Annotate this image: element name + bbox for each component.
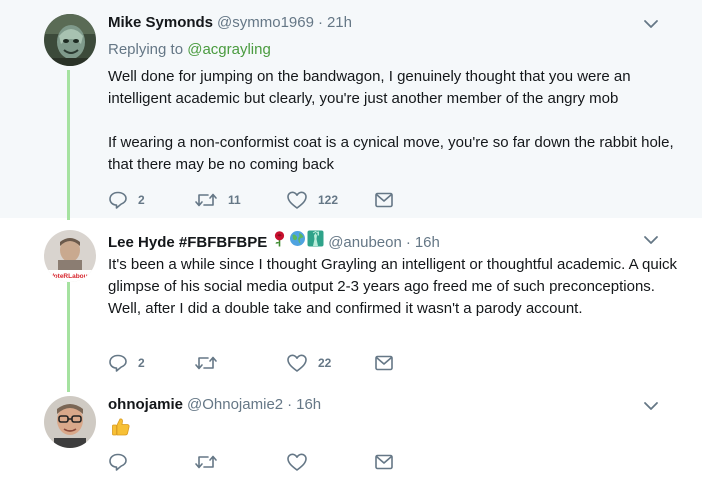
tweet-text: Well done for jumping on the bandwagon, … <box>108 66 678 176</box>
reply-button[interactable] <box>108 452 138 472</box>
mention-link[interactable]: @acgrayling <box>187 41 271 58</box>
tweet-ohnojamie[interactable]: ohnojamie @Ohnojamie2 · 16h <box>0 388 702 480</box>
reply-button[interactable]: 2 <box>108 353 145 373</box>
separator: · <box>317 14 323 31</box>
chevron-down-icon[interactable] <box>642 231 660 249</box>
replying-to: Replying to @acgrayling <box>108 41 271 58</box>
tweet-paragraph: Well done for jumping on the bandwagon, … <box>108 68 631 107</box>
chevron-down-icon[interactable] <box>642 15 660 33</box>
like-count: 22 <box>318 356 332 370</box>
tweet-text: It's been a while since I thought Grayli… <box>108 254 678 320</box>
reply-button[interactable]: 2 <box>108 190 145 210</box>
tweet-mike-symonds[interactable]: Mike Symonds @symmo1969 · 21h Replying t… <box>0 0 702 220</box>
thread-line <box>67 282 70 392</box>
like-button[interactable]: 22 <box>286 353 331 373</box>
thread-line <box>67 70 70 220</box>
user-handle[interactable]: @Ohnojamie2 <box>187 396 283 413</box>
avatar-lettering: VoteRLabour <box>50 273 91 280</box>
avatar[interactable] <box>44 14 96 66</box>
tweet-header: Lee Hyde #FBFBFBPE @anubeon · 16h <box>108 230 440 251</box>
tweet-header: ohnojamie @Ohnojamie2 · 16h <box>108 396 321 416</box>
reply-count: 2 <box>138 193 145 207</box>
reply-icon <box>109 354 127 372</box>
tweet-paragraph: If wearing a non-conformist coat is a cy… <box>108 134 674 173</box>
direct-message-button[interactable] <box>373 190 395 210</box>
name-emojis <box>271 230 324 247</box>
display-name[interactable]: Mike Symonds <box>108 14 213 31</box>
rose-icon <box>275 231 285 247</box>
separator: · <box>405 234 411 251</box>
dm-icon <box>375 355 393 371</box>
retweet-button[interactable] <box>194 353 228 373</box>
user-handle[interactable]: @anubeon <box>328 234 402 251</box>
reply-icon <box>109 191 127 209</box>
retweet-icon <box>195 356 217 370</box>
dm-icon <box>375 454 393 470</box>
retweet-icon <box>195 193 217 207</box>
dm-icon <box>375 192 393 208</box>
retweet-icon <box>195 455 217 469</box>
thumbs-up-icon <box>112 418 130 436</box>
chevron-down-icon[interactable] <box>642 397 660 415</box>
reply-icon <box>109 453 127 471</box>
direct-message-button[interactable] <box>373 452 395 472</box>
like-button[interactable] <box>286 452 318 472</box>
globe-icon <box>290 231 306 246</box>
display-name[interactable]: ohnojamie <box>108 396 183 413</box>
user-handle[interactable]: @symmo1969 <box>217 14 314 31</box>
direct-message-button[interactable] <box>373 353 395 373</box>
retweet-count: 11 <box>228 193 241 207</box>
tweet-lee-hyde[interactable]: VoteRLabour Lee Hyde #FBFBFBPE @anubeon … <box>0 218 702 392</box>
retweet-button[interactable]: 11 <box>194 190 241 210</box>
like-icon <box>287 453 307 471</box>
statue-of-liberty-icon <box>307 230 324 247</box>
avatar[interactable] <box>44 396 96 448</box>
reply-prefix: Replying to <box>108 41 184 58</box>
timestamp[interactable]: 16h <box>296 396 321 413</box>
timestamp[interactable]: 21h <box>327 14 352 31</box>
tweet-header: Mike Symonds @symmo1969 · 21h <box>108 14 352 34</box>
separator: · <box>287 396 293 413</box>
like-count: 122 <box>318 193 339 207</box>
like-button[interactable]: 122 <box>286 190 338 210</box>
retweet-button[interactable] <box>194 452 228 472</box>
display-name[interactable]: Lee Hyde #FBFBFBPE <box>108 234 267 251</box>
like-icon <box>287 354 307 372</box>
tweet-paragraph: It's been a while since I thought Grayli… <box>108 256 678 317</box>
like-icon <box>287 191 307 209</box>
avatar[interactable]: VoteRLabour <box>44 230 96 282</box>
timestamp[interactable]: 16h <box>415 234 440 251</box>
reply-count: 2 <box>138 356 145 370</box>
